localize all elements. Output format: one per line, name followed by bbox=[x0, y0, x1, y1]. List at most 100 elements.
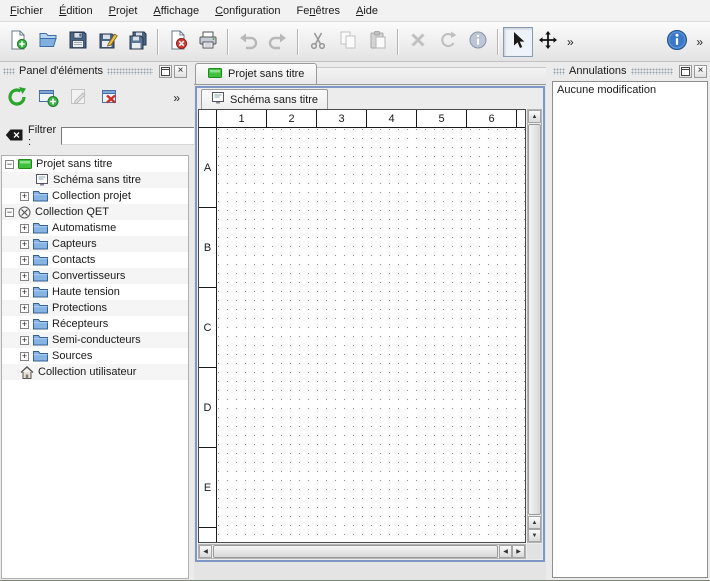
toolbar-overflow-chevron[interactable]: » bbox=[563, 28, 578, 56]
save-icon bbox=[68, 30, 88, 53]
delete-button[interactable] bbox=[403, 27, 433, 57]
expander-minus-icon[interactable]: − bbox=[5, 208, 14, 217]
tree-item-capteurs[interactable]: +Capteurs bbox=[2, 236, 188, 252]
undo-button[interactable] bbox=[233, 27, 263, 57]
element-info-button[interactable] bbox=[463, 27, 493, 57]
home-icon bbox=[20, 366, 34, 379]
elements-panel-toolbar: » bbox=[0, 79, 190, 117]
toolbar-separator bbox=[157, 29, 159, 55]
horizontal-scroll-track[interactable] bbox=[212, 545, 499, 558]
copy-button[interactable] bbox=[333, 27, 363, 57]
expander-plus-icon[interactable]: + bbox=[20, 256, 29, 265]
diagram-grid-canvas[interactable] bbox=[218, 129, 525, 542]
horizontal-scroll-thumb[interactable] bbox=[213, 545, 498, 558]
expander-plus-icon[interactable]: + bbox=[20, 320, 29, 329]
float-dock-button[interactable] bbox=[679, 65, 692, 78]
rotate-button[interactable] bbox=[433, 27, 463, 57]
new-document-button[interactable] bbox=[3, 27, 33, 57]
tree-item-collection-utilisateur[interactable]: Collection utilisateur bbox=[2, 364, 188, 380]
row-headers: A B C D E bbox=[199, 128, 217, 542]
save-as-button[interactable] bbox=[93, 27, 123, 57]
tree-item-sources[interactable]: +Sources bbox=[2, 348, 188, 364]
expander-plus-icon[interactable]: + bbox=[20, 352, 29, 361]
menu-edition[interactable]: Édition bbox=[51, 2, 101, 20]
rotate-icon bbox=[438, 30, 458, 53]
dock-grip-texture bbox=[631, 68, 674, 75]
tree-item-schema[interactable]: Schéma sans titre bbox=[2, 172, 188, 188]
vertical-scroll-track[interactable] bbox=[528, 123, 541, 516]
print-button[interactable] bbox=[193, 27, 223, 57]
new-element-button[interactable] bbox=[37, 86, 59, 111]
schema-tab-bar: Schéma sans titre bbox=[197, 88, 543, 109]
menu-projet[interactable]: Projet bbox=[101, 2, 146, 20]
tab-projet-sans-titre[interactable]: Projet sans titre bbox=[195, 63, 317, 84]
expander-plus-icon[interactable]: + bbox=[20, 288, 29, 297]
cut-button[interactable] bbox=[303, 27, 333, 57]
tree-item-haute-tension[interactable]: +Haute tension bbox=[2, 284, 188, 300]
tree-item-semi-conducteurs[interactable]: +Semi-conducteurs bbox=[2, 332, 188, 348]
select-mode-button[interactable] bbox=[503, 27, 533, 57]
main-toolbar: » » bbox=[0, 22, 710, 62]
expander-plus-icon[interactable]: + bbox=[20, 304, 29, 313]
column-header: 5 bbox=[417, 110, 467, 127]
delete-element-button[interactable] bbox=[99, 86, 121, 111]
row-header: C bbox=[199, 288, 216, 368]
help-toolbar-overflow-chevron[interactable]: » bbox=[692, 28, 707, 56]
schema-icon bbox=[211, 92, 225, 107]
menu-fichier[interactable]: Fichier bbox=[2, 2, 51, 20]
scroll-left-button[interactable]: ◀ bbox=[199, 545, 212, 558]
vertical-scroll-thumb[interactable] bbox=[528, 124, 541, 515]
close-dock-button[interactable]: × bbox=[174, 65, 187, 78]
expander-minus-icon[interactable]: − bbox=[5, 160, 14, 169]
close-file-button[interactable] bbox=[163, 27, 193, 57]
menu-affichage[interactable]: Affichage bbox=[145, 2, 207, 20]
about-button[interactable] bbox=[662, 27, 692, 57]
scroll-up-button[interactable]: ▲ bbox=[528, 516, 541, 529]
tree-item-project[interactable]: −Projet sans titre bbox=[2, 156, 188, 172]
save-button[interactable] bbox=[63, 27, 93, 57]
menu-fenetres[interactable]: Fenêtres bbox=[289, 2, 348, 20]
tree-item-contacts[interactable]: +Contacts bbox=[2, 252, 188, 268]
dock-grip-texture bbox=[3, 68, 15, 75]
menu-configuration[interactable]: Configuration bbox=[207, 2, 288, 20]
tree-item-automatisme[interactable]: +Automatisme bbox=[2, 220, 188, 236]
expander-plus-icon[interactable]: + bbox=[20, 272, 29, 281]
vertical-scrollbar[interactable]: ▲ ▲ ▼ bbox=[527, 109, 542, 543]
tree-item-recepteurs[interactable]: +Récepteurs bbox=[2, 316, 188, 332]
open-document-button[interactable] bbox=[33, 27, 63, 57]
column-header: 3 bbox=[317, 110, 367, 127]
paste-button[interactable] bbox=[363, 27, 393, 57]
elements-panel-titlebar[interactable]: Panel d'éléments × bbox=[0, 63, 190, 79]
save-all-icon bbox=[128, 30, 148, 53]
expander-plus-icon[interactable]: + bbox=[20, 336, 29, 345]
horizontal-scrollbar[interactable]: ◀ ◀ ▶ bbox=[198, 544, 526, 559]
scroll-right-button[interactable]: ▶ bbox=[512, 545, 525, 558]
tree-item-convertisseurs[interactable]: +Convertisseurs bbox=[2, 268, 188, 284]
pan-mode-button[interactable] bbox=[533, 27, 563, 57]
tab-schema-sans-titre[interactable]: Schéma sans titre bbox=[201, 89, 328, 109]
tree-item-collection-qet[interactable]: −Collection QET bbox=[2, 204, 188, 220]
save-all-button[interactable] bbox=[123, 27, 153, 57]
tree-item-protections[interactable]: +Protections bbox=[2, 300, 188, 316]
float-dock-button[interactable] bbox=[159, 65, 172, 78]
undo-icon bbox=[238, 30, 258, 53]
expander-plus-icon[interactable]: + bbox=[20, 224, 29, 233]
reload-collections-button[interactable] bbox=[6, 86, 28, 111]
filter-input[interactable] bbox=[61, 127, 211, 145]
elements-panel-dock: Panel d'éléments × » Filtrer : −Projet s… bbox=[0, 63, 190, 580]
column-header: 2 bbox=[267, 110, 317, 127]
panel-toolbar-overflow-chevron[interactable]: » bbox=[169, 84, 184, 112]
scroll-up-button[interactable]: ▲ bbox=[528, 110, 541, 123]
menu-aide[interactable]: Aide bbox=[348, 2, 386, 20]
expander-plus-icon[interactable]: + bbox=[20, 192, 29, 201]
redo-button[interactable] bbox=[263, 27, 293, 57]
tree-item-collection-projet[interactable]: +Collection projet bbox=[2, 188, 188, 204]
diagram-view[interactable]: 1 2 3 4 5 6 A B C D bbox=[198, 109, 526, 543]
close-dock-button[interactable]: × bbox=[694, 65, 707, 78]
undo-panel-titlebar[interactable]: Annulations × bbox=[550, 63, 710, 79]
edit-element-button[interactable] bbox=[68, 86, 90, 111]
scroll-down-button[interactable]: ▼ bbox=[528, 529, 541, 542]
scroll-left-button[interactable]: ◀ bbox=[499, 545, 512, 558]
clear-filter-icon[interactable] bbox=[5, 129, 23, 144]
expander-plus-icon[interactable]: + bbox=[20, 240, 29, 249]
